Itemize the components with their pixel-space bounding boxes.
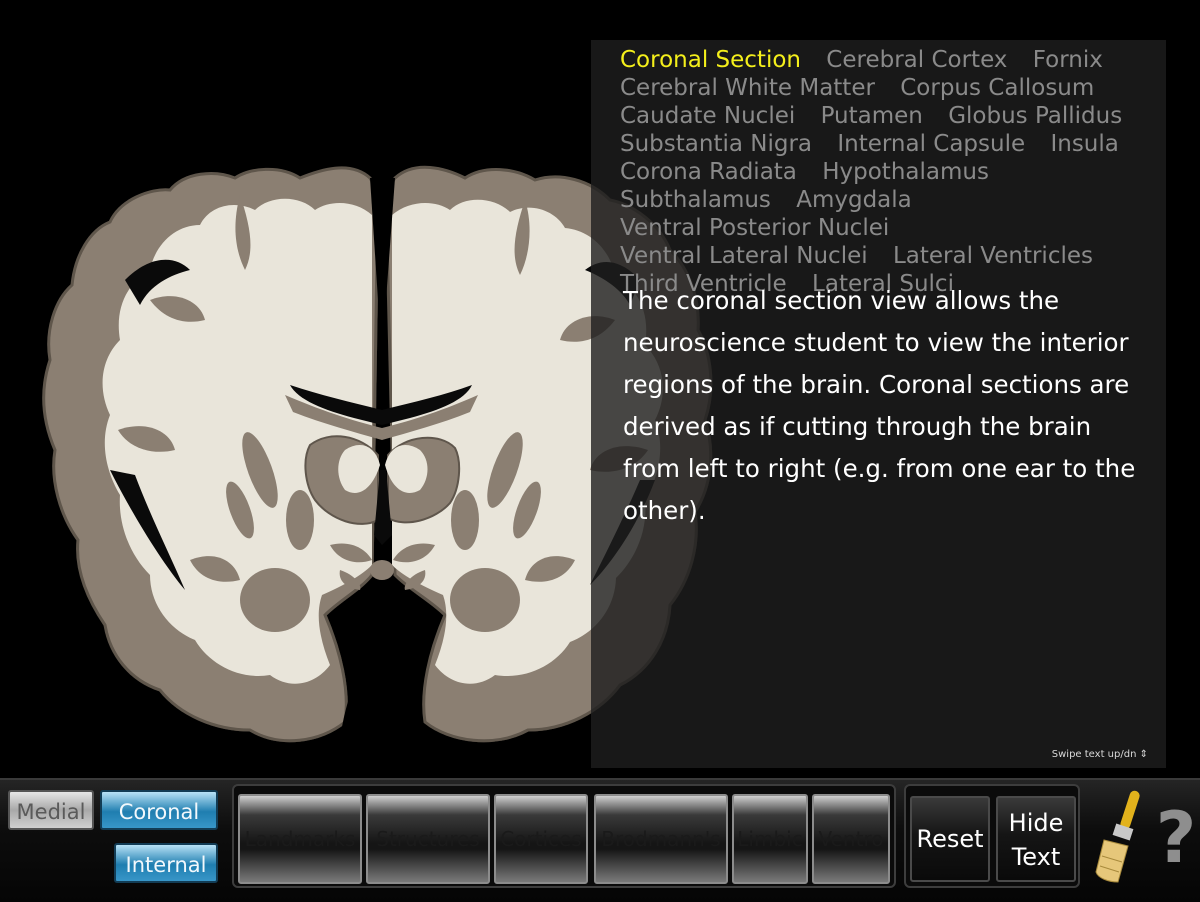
structure-link[interactable]: Fornix (1033, 47, 1103, 73)
info-text-panel[interactable]: Coronal Section Cerebral Cortex Fornix C… (591, 40, 1166, 768)
structure-link[interactable]: Putamen (821, 103, 923, 129)
structure-link[interactable]: Corona Radiata (620, 159, 797, 185)
structure-link[interactable]: Substantia Nigra (620, 131, 812, 157)
category-tabs: Landmarks Structures Cortices Brodmann's… (232, 784, 896, 888)
tab-structures[interactable]: Structures (366, 794, 490, 884)
structure-link[interactable]: Corpus Callosum (900, 75, 1094, 101)
structure-link[interactable]: Cerebral Cortex (826, 47, 1007, 73)
tab-landmarks[interactable]: Landmarks (238, 794, 362, 884)
right-amygdala[interactable] (450, 568, 520, 632)
up-down-arrows-icon: ⇕ (1139, 749, 1148, 760)
internal-view-button[interactable]: Internal (114, 843, 218, 883)
structure-link[interactable]: Globus Pallidus (948, 103, 1122, 129)
hide-text-line1: Hide (1008, 809, 1064, 837)
swipe-hint: Swipe text up/dn ⇕ (1052, 749, 1148, 760)
tab-brodmanns[interactable]: Brodmann's (594, 794, 728, 884)
description-text: The coronal section view allows the neur… (623, 286, 1136, 525)
medial-view-button[interactable]: Medial (8, 790, 94, 830)
left-amygdala[interactable] (240, 568, 310, 632)
structure-link[interactable]: Subthalamus (620, 187, 771, 213)
help-icon[interactable]: ? (1152, 790, 1200, 886)
structure-link[interactable]: Hypothalamus (822, 159, 989, 185)
coronal-view-button[interactable]: Coronal (100, 790, 218, 830)
structure-link[interactable]: Cerebral White Matter (620, 75, 875, 101)
structure-link[interactable]: Caudate Nuclei (620, 103, 795, 129)
tab-cortices[interactable]: Cortices (494, 794, 588, 884)
midline-notch (340, 640, 425, 740)
structure-link[interactable]: Internal Capsule (837, 131, 1025, 157)
structure-link[interactable]: Lateral Ventricles (893, 243, 1093, 269)
tab-limbic[interactable]: Limbic (732, 794, 808, 884)
structure-link[interactable]: Amygdala (796, 187, 912, 213)
structure-link[interactable]: Insula (1050, 131, 1118, 157)
structure-link[interactable]: Ventral Posterior Nuclei (620, 215, 889, 241)
reset-button[interactable]: Reset (910, 796, 990, 882)
brain-viewer[interactable]: Coronal Section Cerebral Cortex Fornix C… (0, 0, 1200, 778)
structure-link[interactable]: Ventral Lateral Nuclei (620, 243, 868, 269)
paintbrush-icon[interactable] (1088, 786, 1152, 886)
hide-text-line2: Text (1011, 843, 1061, 871)
hide-text-button[interactable]: Hide Text (996, 796, 1076, 882)
structure-link[interactable]: Coronal Section (620, 47, 801, 73)
tab-ventro[interactable]: Ventro (812, 794, 890, 884)
action-buttons: Reset Hide Text (904, 784, 1080, 888)
structure-list: Coronal Section Cerebral Cortex Fornix C… (620, 46, 1160, 298)
swipe-hint-label: Swipe text up/dn (1051, 749, 1137, 760)
